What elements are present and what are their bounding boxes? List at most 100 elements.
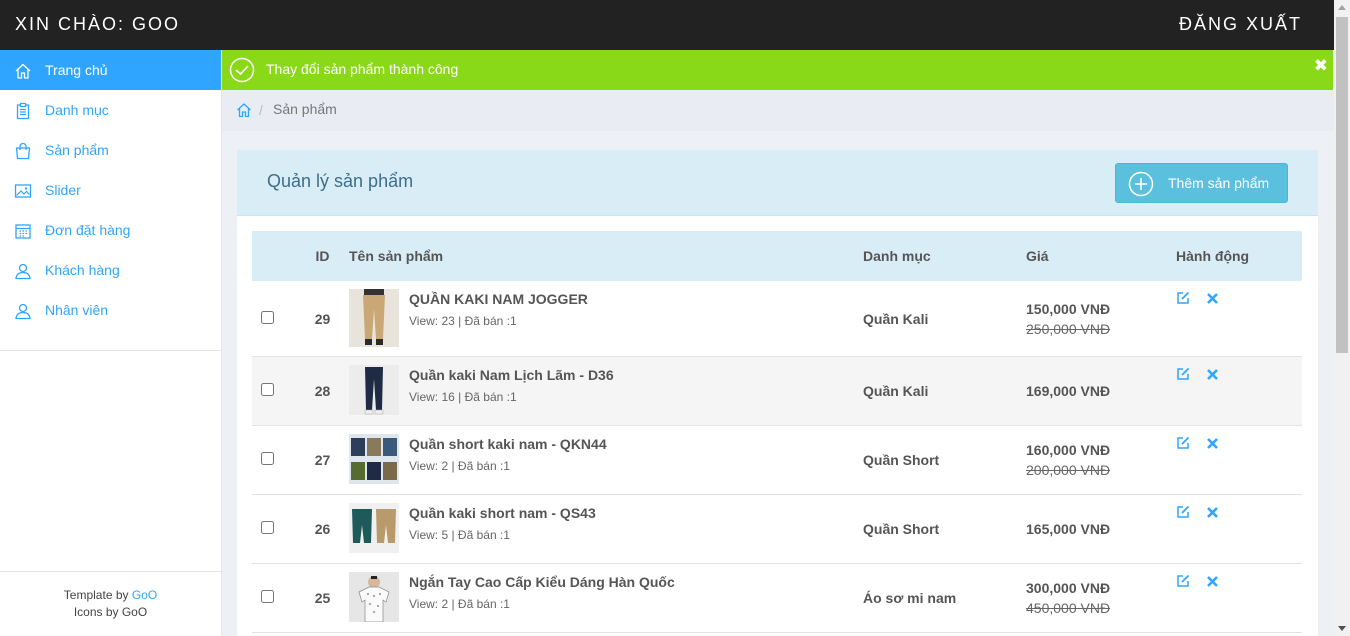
sidebar-item-slider[interactable]: Slider — [0, 170, 221, 210]
sidebar-item-don-dat-hang[interactable]: Đơn đặt hàng — [0, 210, 221, 250]
product-meta: View: 5 | Đã bán :1 — [409, 528, 510, 542]
product-price: 165,000 VNĐ — [1026, 521, 1111, 537]
product-meta: View: 16 | Đã bán :1 — [409, 390, 517, 404]
home-icon — [14, 62, 32, 80]
product-thumbnail — [349, 365, 399, 415]
sidebar-item-trang-chu[interactable]: Trang chủ — [0, 50, 221, 90]
edit-icon[interactable] — [1176, 574, 1190, 588]
product-meta: View: 2 | Đã bán :1 — [409, 459, 510, 473]
row-checkbox[interactable] — [261, 590, 274, 603]
breadcrumb-separator: / — [259, 102, 263, 118]
calendar-icon — [14, 222, 32, 240]
sidebar-item-label: Đơn đặt hàng — [45, 222, 131, 238]
delete-icon[interactable] — [1206, 437, 1219, 450]
header-category: Danh mục — [863, 248, 931, 264]
product-category: Quần Short — [863, 452, 940, 468]
add-product-label: Thêm sản phẩm — [1168, 175, 1270, 191]
image-icon — [14, 182, 32, 200]
alert-message: Thay đổi sản phẩm thành công — [266, 61, 459, 77]
page-title: Quản lý sản phẩm — [267, 171, 414, 191]
breadcrumb: / Sản phẩm — [222, 90, 1334, 131]
sidebar-item-label: Sản phẩm — [45, 142, 109, 158]
table-row: 25 Ngắn Tay Cao Cấp Kiểu Dáng Hàn Quốc V… — [252, 564, 1302, 633]
delete-icon[interactable] — [1206, 575, 1219, 588]
sidebar-item-label: Danh mục — [45, 102, 109, 118]
edit-icon[interactable] — [1176, 291, 1190, 305]
scrollbar[interactable] — [1334, 0, 1350, 636]
product-category: Quần Short — [863, 521, 940, 537]
product-id: 26 — [314, 521, 331, 537]
template-credit-link[interactable]: GoO — [132, 588, 157, 602]
product-category: Áo sơ mi nam — [863, 590, 957, 606]
product-category: Quần Kali — [863, 383, 929, 399]
product-price: 300,000 VNĐ — [1026, 580, 1111, 596]
header-price: Giá — [1026, 248, 1049, 264]
header-select — [252, 231, 296, 281]
product-name[interactable]: QUẦN KAKI NAM JOGGER — [409, 291, 588, 307]
template-credit: Template by GoO — [63, 588, 158, 602]
row-checkbox[interactable] — [261, 521, 274, 534]
edit-icon[interactable] — [1176, 367, 1190, 381]
header-action: Hành động — [1176, 248, 1250, 264]
success-alert: Thay đổi sản phẩm thành công ✖ — [222, 50, 1333, 90]
sidebar-credits: Template by GoO Icons by GoO — [0, 587, 221, 621]
sidebar-item-khach-hang[interactable]: Khách hàng — [0, 250, 221, 290]
table-header-row: ID Tên sản phẩm Danh mục Giá Hành động — [252, 231, 1302, 281]
sidebar-divider — [0, 571, 221, 572]
edit-icon[interactable] — [1176, 436, 1190, 450]
delete-icon[interactable] — [1206, 506, 1219, 519]
panel-header: Quản lý sản phẩm Thêm sản phẩm — [237, 150, 1318, 216]
product-id: 27 — [314, 452, 331, 468]
product-id: 28 — [314, 383, 331, 399]
table-row: 28 Quần kaki Nam Lịch Lãm - D36 View: 16… — [252, 356, 1302, 426]
product-name[interactable]: Quần kaki Nam Lịch Lãm - D36 — [409, 367, 614, 383]
logout-link[interactable]: ĐĂNG XUẤT — [1179, 14, 1302, 35]
sidebar-divider — [0, 350, 221, 351]
row-checkbox[interactable] — [261, 452, 274, 465]
sidebar-item-san-pham[interactable]: Sản phẩm — [0, 130, 221, 170]
table-row: 29 QUẦN KAKI NAM JOGGER View: 23 | Đã bá… — [252, 281, 1302, 357]
clipboard-icon — [14, 102, 32, 120]
delete-icon[interactable] — [1206, 368, 1219, 381]
row-checkbox[interactable] — [261, 383, 274, 396]
product-panel: Quản lý sản phẩm Thêm sản phẩm ID Tên sả… — [237, 150, 1318, 636]
home-icon[interactable] — [236, 102, 252, 118]
product-price: 160,000 VNĐ — [1026, 442, 1111, 458]
product-thumbnail — [349, 434, 399, 484]
add-product-button[interactable]: Thêm sản phẩm — [1115, 163, 1288, 203]
product-category: Quần Kali — [863, 310, 929, 327]
row-checkbox[interactable] — [261, 310, 274, 324]
product-name[interactable]: Quần kaki short nam - QS43 — [409, 505, 596, 521]
sidebar-item-nhan-vien[interactable]: Nhân viên — [0, 290, 221, 330]
user-icon — [14, 302, 32, 320]
close-icon[interactable]: ✖ — [1314, 56, 1328, 76]
delete-icon[interactable] — [1206, 292, 1219, 305]
user-icon — [14, 262, 32, 280]
header-name: Tên sản phẩm — [349, 248, 444, 264]
product-price: 150,000 VNĐ — [1026, 300, 1111, 317]
table-row: 26 Quần kaki short nam - QS43 View: 5 | … — [252, 495, 1302, 564]
scroll-up-arrow-icon[interactable] — [1338, 5, 1346, 10]
greeting: XIN CHÀO: GOO — [15, 14, 181, 34]
sidebar-item-danh-muc[interactable]: Danh mục — [0, 90, 221, 130]
header-id: ID — [315, 248, 330, 264]
scrollbar-thumb[interactable] — [1336, 17, 1348, 353]
scroll-down-arrow-icon[interactable] — [1338, 626, 1346, 631]
sidebar-item-label: Khách hàng — [45, 262, 120, 278]
sidebar-item-label: Nhân viên — [45, 302, 109, 318]
sidebar-item-label: Trang chủ — [45, 62, 108, 78]
breadcrumb-current: Sản phẩm — [273, 101, 337, 117]
sidebar: Trang chủ Danh mục Sản phẩm Slider Đơn đ… — [0, 50, 222, 636]
product-old-price: 250,000 VNĐ — [1026, 320, 1111, 337]
product-thumbnail — [349, 289, 399, 347]
product-id: 29 — [314, 310, 331, 327]
top-bar: XIN CHÀO: GOO ĐĂNG XUẤT — [0, 0, 1334, 50]
product-table: ID Tên sản phẩm Danh mục Giá Hành động 2… — [252, 231, 1302, 633]
edit-icon[interactable] — [1176, 505, 1190, 519]
plus-circle-icon — [1128, 171, 1154, 197]
product-meta: View: 2 | Đã bán :1 — [409, 597, 510, 611]
product-meta: View: 23 | Đã bán :1 — [409, 314, 517, 328]
product-price: 169,000 VNĐ — [1026, 383, 1111, 399]
product-name[interactable]: Ngắn Tay Cao Cấp Kiểu Dáng Hàn Quốc — [409, 574, 675, 590]
product-name[interactable]: Quần short kaki nam - QKN44 — [409, 436, 607, 452]
